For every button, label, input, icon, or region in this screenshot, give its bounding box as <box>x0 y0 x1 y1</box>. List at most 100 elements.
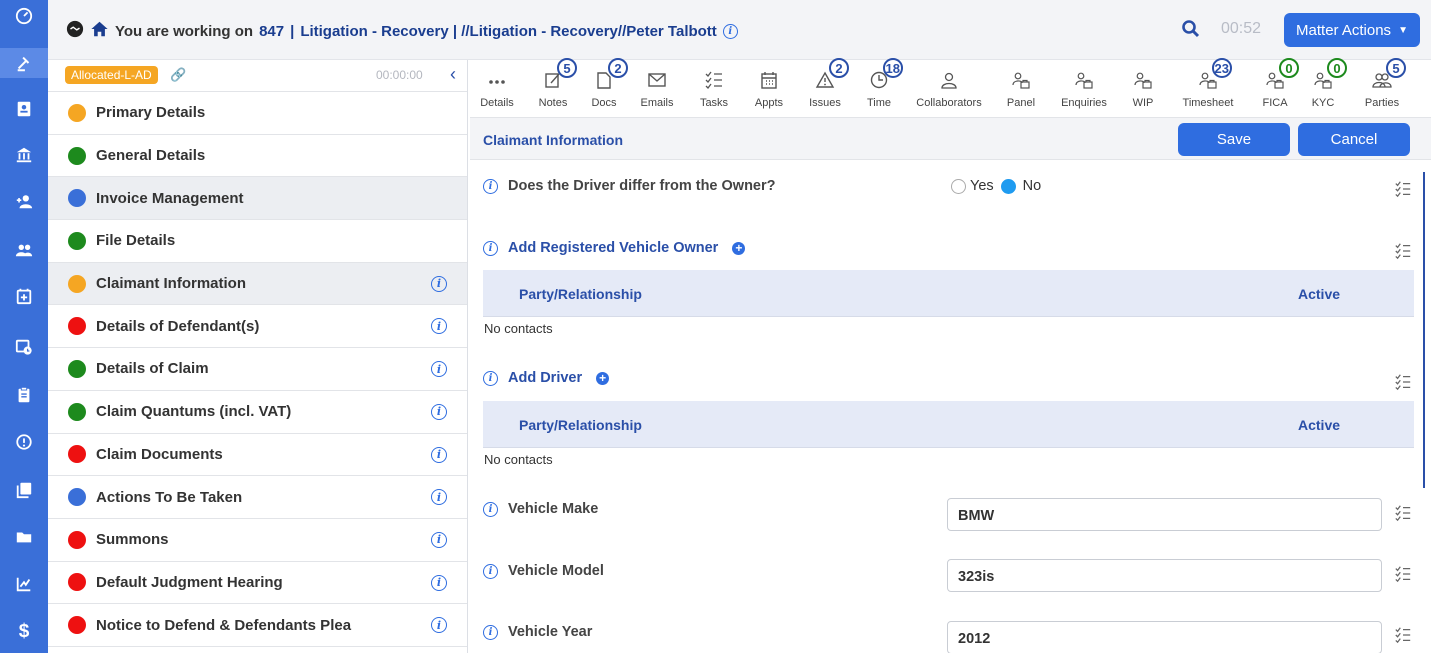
checklist-icon[interactable] <box>1394 373 1412 396</box>
vehicle-year-row: i Vehicle Year <box>483 624 592 640</box>
section-item[interactable]: Notice to Defend & Defendants Plea i <box>48 604 467 647</box>
count-badge: 18 <box>882 58 903 78</box>
info-icon[interactable]: i <box>431 617 447 634</box>
info-icon[interactable]: i <box>483 240 498 256</box>
home-icon[interactable] <box>90 20 109 42</box>
col-active[interactable]: Active <box>1298 417 1340 433</box>
checklist-icon[interactable] <box>1394 180 1412 203</box>
add-driver-plus-icon[interactable]: + <box>596 371 610 385</box>
gavel-icon[interactable] <box>0 48 48 78</box>
tool-label: Parties <box>1364 97 1400 109</box>
section-item-label: Details of Defendant(s) <box>96 317 260 335</box>
info-icon[interactable]: i <box>483 563 498 579</box>
checklist-icon[interactable] <box>1394 626 1412 649</box>
section-item[interactable]: General Details <box>48 135 467 178</box>
search-icon[interactable] <box>1181 19 1201 44</box>
vehicle-model-label: Vehicle Model <box>508 563 604 579</box>
col-active[interactable]: Active <box>1298 286 1340 302</box>
section-item[interactable]: Details of Claim i <box>48 348 467 391</box>
info-icon[interactable]: i <box>483 624 498 640</box>
info-icon[interactable]: i <box>483 178 498 194</box>
matter-separator: | <box>290 22 295 40</box>
section-item[interactable]: Details of Defendant(s) i <box>48 305 467 349</box>
contacts-icon[interactable] <box>0 94 48 124</box>
info-icon[interactable]: i <box>431 531 447 548</box>
claimant-form: Claimant Information Save Cancel i Does … <box>470 118 1431 653</box>
checklist-icon[interactable] <box>1394 504 1412 527</box>
info-icon[interactable]: i <box>431 318 447 335</box>
matter-name[interactable]: Litigation - Recovery | //Litigation - R… <box>300 23 716 40</box>
tool-parties[interactable]: 5 Parties <box>1337 58 1427 118</box>
info-icon[interactable]: i <box>431 446 447 463</box>
section-item[interactable]: Claimant Information i <box>48 262 467 306</box>
section-item[interactable]: Summons i <box>48 519 467 562</box>
section-item[interactable]: Default Judgment Hearing i <box>48 562 467 605</box>
info-icon[interactable]: i <box>722 23 738 39</box>
alert-icon[interactable] <box>0 427 48 457</box>
status-dot <box>68 573 86 592</box>
info-icon[interactable]: i <box>431 574 447 591</box>
vehicle-make-label: Vehicle Make <box>508 501 599 517</box>
link-icon[interactable]: 🔗 <box>170 67 186 83</box>
owner-table-header: Party/Relationship Active <box>483 270 1414 317</box>
people-icon[interactable] <box>0 235 48 265</box>
section-item-label: Claim Quantums (incl. VAT) <box>96 403 292 421</box>
section-item[interactable]: File Details <box>48 220 467 263</box>
section-item[interactable]: Claim Quantums (incl. VAT) i <box>48 391 467 434</box>
working-on-label: You are working on <box>115 22 254 40</box>
info-icon[interactable]: i <box>431 361 447 378</box>
driver-no-contacts: No contacts <box>484 452 553 467</box>
tool-label: Timesheet <box>1182 97 1234 109</box>
allocated-badge[interactable]: Allocated-L-AD <box>65 66 158 84</box>
col-party-relationship[interactable]: Party/Relationship <box>519 417 642 433</box>
folder-icon[interactable] <box>0 522 48 552</box>
status-dot <box>68 103 86 122</box>
info-icon[interactable]: i <box>483 501 498 517</box>
status-dot <box>68 402 86 421</box>
save-button[interactable]: Save <box>1178 123 1290 156</box>
icon-rail: $ <box>0 0 48 653</box>
info-icon[interactable]: i <box>431 275 447 292</box>
checklist-icon[interactable] <box>1394 242 1412 265</box>
vehicle-model-input[interactable]: 323is <box>947 559 1382 592</box>
section-item[interactable]: Actions To Be Taken i <box>48 476 467 519</box>
section-item[interactable]: Claim Documents i <box>48 434 467 477</box>
matter-breadcrumb: You are working on 847 | Litigation - Re… <box>66 20 738 42</box>
status-dot <box>68 445 86 464</box>
add-owner-row: i Add Registered Vehicle Owner + <box>483 240 746 256</box>
info-icon[interactable]: i <box>431 403 447 420</box>
tool-label: Panel <box>1006 97 1036 109</box>
calendar-add-icon[interactable] <box>0 281 48 311</box>
status-dot <box>68 530 86 549</box>
clock-icon: 18 <box>861 58 903 90</box>
checklist-icon[interactable] <box>1394 565 1412 588</box>
cancel-button[interactable]: Cancel <box>1298 123 1410 156</box>
info-icon[interactable]: i <box>431 489 447 506</box>
section-item[interactable]: Invoice Management <box>48 177 467 221</box>
scrollbar-indicator[interactable] <box>1423 172 1425 488</box>
section-item[interactable]: Primary Details <box>48 92 467 135</box>
matter-actions-button[interactable]: Matter Actions ▼ <box>1284 13 1420 47</box>
matter-number[interactable]: 847 <box>259 23 284 40</box>
bank-icon[interactable] <box>0 140 48 170</box>
no-radio[interactable] <box>1000 178 1016 194</box>
add-person-icon[interactable] <box>0 187 48 217</box>
calendar-clock-icon[interactable] <box>0 332 48 362</box>
library-icon[interactable] <box>0 475 48 505</box>
section-nav: Allocated-L-AD 🔗 00:00:00 ‹ Primary Deta… <box>48 60 468 653</box>
tool-label: Collaborators <box>916 97 982 109</box>
status-dot <box>68 488 86 507</box>
add-driver-label: Add Driver <box>508 370 583 386</box>
vehicle-year-input[interactable]: 2012 <box>947 621 1382 653</box>
chart-line-icon[interactable] <box>0 569 48 599</box>
vehicle-make-input[interactable]: BMW <box>947 498 1382 531</box>
dashboard-icon[interactable] <box>0 1 48 31</box>
section-item-label: Default Judgment Hearing <box>96 573 283 591</box>
dollar-icon[interactable]: $ <box>0 617 48 647</box>
clipboard-icon[interactable] <box>0 380 48 410</box>
info-icon[interactable]: i <box>483 370 498 386</box>
col-party-relationship[interactable]: Party/Relationship <box>519 286 642 302</box>
add-owner-plus-icon[interactable]: + <box>732 241 746 255</box>
yes-radio[interactable] <box>951 178 966 194</box>
status-dot <box>68 317 86 336</box>
